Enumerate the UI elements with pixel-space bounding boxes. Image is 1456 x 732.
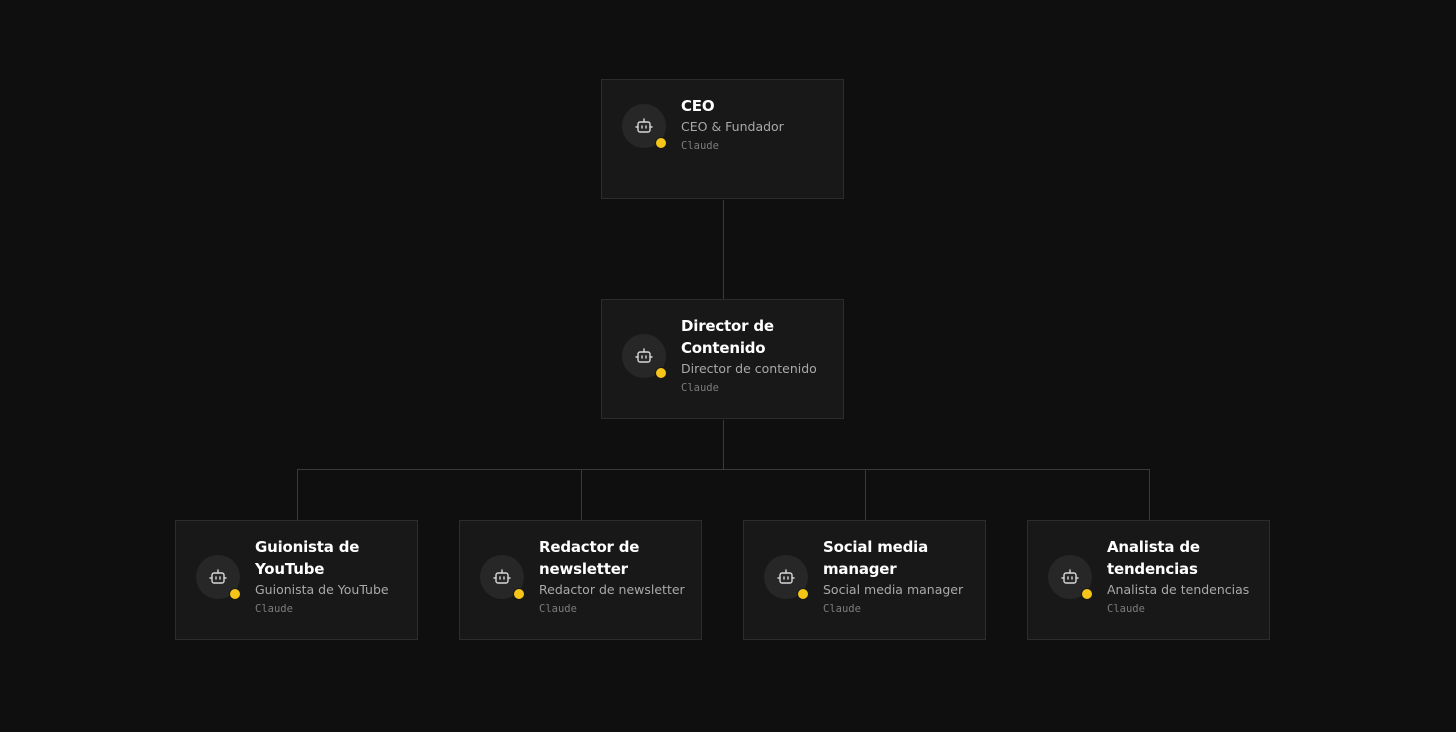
node-name: CEO (681, 97, 715, 115)
status-dot (655, 137, 667, 149)
node-report-social[interactable]: Social media manager Social media manage… (743, 520, 986, 640)
connector-branch-bar (297, 469, 1150, 470)
status-dot (1081, 588, 1093, 600)
node-report-guionista[interactable]: Guionista de YouTube Guionista de YouTub… (175, 520, 418, 640)
node-director[interactable]: Director de Contenido Director de conten… (601, 299, 844, 419)
robot-icon (777, 569, 795, 584)
node-report-redactor[interactable]: Redactor de newsletter Redactor de newsl… (459, 520, 702, 640)
node-model: Claude (681, 140, 719, 152)
node-role: Social media manager (823, 582, 964, 597)
robot-icon (1061, 569, 1079, 584)
status-dot (655, 367, 667, 379)
connector-report-2 (581, 469, 582, 520)
robot-icon (635, 118, 653, 133)
node-report-analista[interactable]: Analista de tendencias Analista de tende… (1027, 520, 1270, 640)
agent-avatar (1048, 555, 1093, 600)
node-model: Claude (255, 603, 293, 615)
connector-report-4 (1149, 469, 1150, 520)
robot-icon (635, 348, 653, 363)
node-name: Guionista de YouTube (255, 538, 360, 578)
node-role: Redactor de newsletter (539, 582, 685, 597)
node-name: Redactor de newsletter (539, 538, 640, 578)
connector-report-1 (297, 469, 298, 520)
node-model: Claude (1107, 603, 1145, 615)
status-dot (513, 588, 525, 600)
node-role: Guionista de YouTube (255, 582, 389, 597)
status-dot (797, 588, 809, 600)
agent-avatar (622, 104, 667, 149)
connector-director-trunk (723, 420, 724, 470)
connector-report-3 (865, 469, 866, 520)
agent-avatar (764, 555, 809, 600)
node-role: Director de contenido (681, 361, 817, 376)
agent-avatar (196, 555, 241, 600)
node-role: CEO & Fundador (681, 119, 784, 134)
node-name: Director de Contenido (681, 317, 774, 357)
node-ceo[interactable]: CEO CEO & Fundador Claude (601, 79, 844, 199)
node-name: Analista de tendencias (1107, 538, 1200, 578)
node-name: Social media manager (823, 538, 929, 578)
robot-icon (493, 569, 511, 584)
robot-icon (209, 569, 227, 584)
node-role: Analista de tendencias (1107, 582, 1250, 597)
node-model: Claude (823, 603, 861, 615)
agent-avatar (480, 555, 525, 600)
connector-ceo-director (723, 200, 724, 300)
org-chart-canvas: CEO CEO & Fundador Claude Director de Co… (0, 0, 1456, 732)
node-model: Claude (539, 603, 577, 615)
node-model: Claude (681, 382, 719, 394)
status-dot (229, 588, 241, 600)
agent-avatar (622, 334, 667, 379)
